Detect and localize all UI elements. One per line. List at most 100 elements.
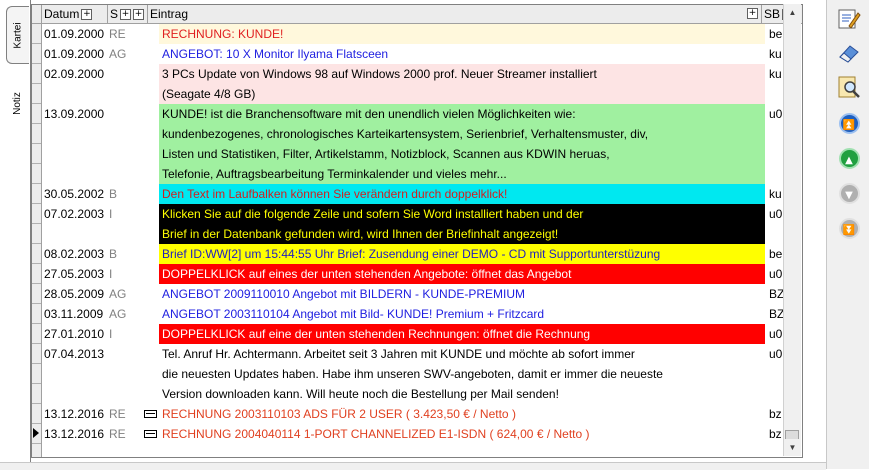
next-record-icon: ▼	[838, 182, 860, 204]
row-indicator[interactable]	[32, 124, 41, 144]
row-entry-text[interactable]: Brief ID:WW[2] um 15:44:55 Uhr Brief: Zu…	[159, 244, 765, 264]
row-indicator[interactable]	[32, 164, 41, 184]
table-row[interactable]: 27.01.2010 I DOPPELKLICK auf eine der unte…	[42, 324, 802, 344]
table-row[interactable]: die neuesten Updates haben. Habe ihm uns…	[42, 364, 802, 384]
row-entry-text[interactable]: 3 PCs Update von Windows 98 auf Windows …	[159, 64, 765, 84]
expand-datum-icon[interactable]: +	[81, 9, 93, 21]
table-row[interactable]: 13.12.2016 RE RECHNUNG 2004040114 1-PORT C…	[42, 424, 802, 444]
row-indicator[interactable]	[32, 304, 41, 324]
table-row[interactable]: 28.05.2009 AG ANGEBOT 2009110010 Angebot m…	[42, 284, 802, 304]
table-row[interactable]: 07.02.2003 I Klicken Sie auf die folgende …	[42, 204, 802, 224]
table-row[interactable]: Version downloaden kann. Will heute noch…	[42, 384, 802, 404]
row-entry-text[interactable]: Den Text im Laufbalken können Sie veränd…	[159, 184, 765, 204]
next-record-button[interactable]: ▼	[836, 180, 862, 206]
row-entry-text[interactable]: DOPPELKLICK auf eines der unten stehende…	[159, 264, 765, 284]
table-row[interactable]: (Seagate 4/8 GB)	[42, 84, 802, 104]
row-indicator-column	[32, 24, 42, 457]
row-date: 27.05.2003	[44, 267, 105, 281]
row-indicator[interactable]	[32, 224, 41, 244]
row-entry-text[interactable]: Klicken Sie auf die folgende Zeile und s…	[159, 204, 765, 224]
row-indicator[interactable]	[32, 44, 41, 64]
toolbar-panel: ⏫ ▲ ▼ ⏬	[826, 0, 869, 469]
row-entry-text[interactable]: ANGEBOT 2009110010 Angebot mit BILDERN -…	[159, 284, 765, 304]
row-type: AG	[109, 287, 127, 301]
row-indicator[interactable]	[32, 144, 41, 164]
row-date: 08.02.2003	[44, 247, 105, 261]
header-datum-label: Datum	[44, 7, 80, 21]
table-row[interactable]: 13.09.2000 KUNDE! ist die Branchensoftwar…	[42, 104, 802, 124]
table-row[interactable]: kundenbezogenes, chronologisches Karteik…	[42, 124, 802, 144]
scroll-up-icon[interactable]: ▲	[784, 4, 801, 21]
table-row[interactable]: 08.02.2003 B Brief ID:WW[2] um 15:44:55 Uh…	[42, 244, 802, 264]
first-record-icon: ⏫	[838, 112, 860, 134]
row-entry-text[interactable]: kundenbezogenes, chronologisches Karteik…	[159, 124, 765, 144]
row-type: B	[109, 247, 118, 261]
header-eintrag[interactable]: Eintrag +	[148, 5, 762, 23]
table-row[interactable]: 27.05.2003 I DOPPELKLICK auf eines der unt…	[42, 264, 802, 284]
header-datum[interactable]: Datum +	[42, 5, 108, 23]
row-indicator[interactable]	[32, 364, 41, 384]
table-row[interactable]: Listen und Statistiken, Filter, Artikels…	[42, 144, 802, 164]
header-s[interactable]: S + +	[108, 5, 148, 23]
table-row[interactable]: 02.09.2000 3 PCs Update von Windows 98 au…	[42, 64, 802, 84]
table-row[interactable]: 01.09.2000 AG ANGEBOT: 10 X Monitor Ilyama…	[42, 44, 802, 64]
table-row[interactable]: 01.09.2000 RE RECHNUNG: KUNDE! ber	[42, 24, 802, 44]
row-indicator[interactable]	[32, 184, 41, 204]
table-row[interactable]: 03.11.2009 AG ANGEBOT 2003110104 Angebot m…	[42, 304, 802, 324]
row-type: I	[109, 207, 113, 221]
table-row[interactable]: 07.04.2013 Tel. Anruf Hr. Achtermann. Arb…	[42, 344, 802, 364]
row-indicator[interactable]	[32, 24, 41, 44]
previous-record-button[interactable]: ▲	[836, 145, 862, 171]
row-indicator[interactable]	[32, 404, 41, 424]
expand-s2-icon[interactable]: +	[133, 9, 145, 21]
row-entry-text[interactable]: DOPPELKLICK auf eine der unten stehenden…	[159, 324, 765, 344]
row-indicator[interactable]	[32, 84, 41, 104]
row-indicator[interactable]	[32, 204, 41, 224]
first-record-button[interactable]: ⏫	[836, 110, 862, 136]
table-row[interactable]: 30.05.2002 B Den Text im Laufbalken können…	[42, 184, 802, 204]
row-entry-text[interactable]: RECHNUNG 2003110103 ADS FÜR 2 USER ( 3.4…	[159, 404, 765, 424]
row-entry-text[interactable]: ANGEBOT 2003110104 Angebot mit Bild- KUN…	[159, 304, 765, 324]
row-date: 27.01.2010	[44, 327, 105, 341]
row-indicator[interactable]	[32, 264, 41, 284]
row-type: AG	[109, 307, 127, 321]
scroll-down-icon[interactable]: ▼	[784, 439, 801, 456]
row-type: I	[109, 267, 113, 281]
row-indicator[interactable]	[32, 384, 41, 404]
vertical-scrollbar[interactable]: ▲ ▼	[783, 4, 801, 456]
tab-kartei[interactable]: Kartei	[6, 6, 29, 64]
row-indicator[interactable]	[32, 344, 41, 364]
row-entry-text[interactable]: Listen und Statistiken, Filter, Artikels…	[159, 144, 765, 164]
row-entry-text[interactable]: (Seagate 4/8 GB)	[159, 84, 765, 104]
edit-note-icon[interactable]	[836, 6, 862, 32]
row-indicator[interactable]	[32, 284, 41, 304]
table-row[interactable]: Telefonie, Auftragsbearbeitung Terminkal…	[42, 164, 802, 184]
row-entry-text[interactable]: Version downloaden kann. Will heute noch…	[159, 384, 765, 404]
row-entry-text[interactable]: Brief in der Datenbank gefunden wird, wi…	[159, 224, 765, 244]
row-date: 30.05.2002	[44, 187, 105, 201]
row-indicator[interactable]	[32, 104, 41, 124]
table-row[interactable]: 13.12.2016 RE RECHNUNG 2003110103 ADS FÜR …	[42, 404, 802, 424]
row-indicator[interactable]	[32, 324, 41, 344]
tab-notiz[interactable]: Notiz	[6, 80, 28, 126]
last-record-button[interactable]: ⏬	[836, 215, 862, 241]
expand-s-icon[interactable]: +	[120, 9, 132, 21]
mail-icon[interactable]	[144, 410, 157, 418]
row-indicator[interactable]	[32, 244, 41, 264]
row-entry-text[interactable]: RECHNUNG 2004040114 1-PORT CHANNELIZED E…	[159, 424, 765, 444]
row-entry-text[interactable]: Tel. Anruf Hr. Achtermann. Arbeitet seit…	[159, 344, 765, 364]
row-entry-text[interactable]: ANGEBOT: 10 X Monitor Ilyama Flatsceen	[159, 44, 765, 64]
row-indicator[interactable]	[32, 64, 41, 84]
expand-eintrag-icon[interactable]: +	[747, 8, 758, 19]
table-row[interactable]: Brief in der Datenbank gefunden wird, wi…	[42, 224, 802, 244]
row-entry-text[interactable]: Telefonie, Auftragsbearbeitung Terminkal…	[159, 164, 765, 184]
mail-icon[interactable]	[144, 430, 157, 438]
eraser-icon[interactable]	[836, 40, 862, 66]
row-entry-text[interactable]: KUNDE! ist die Branchensoftware mit den …	[159, 104, 765, 124]
row-date: 07.04.2013	[44, 347, 105, 361]
search-document-icon[interactable]	[836, 74, 862, 100]
row-entry-text[interactable]: RECHNUNG: KUNDE!	[159, 24, 765, 44]
row-indicator[interactable]	[32, 424, 41, 444]
side-tabs: Kartei Notiz	[0, 0, 31, 469]
row-entry-text[interactable]: die neuesten Updates haben. Habe ihm uns…	[159, 364, 765, 384]
